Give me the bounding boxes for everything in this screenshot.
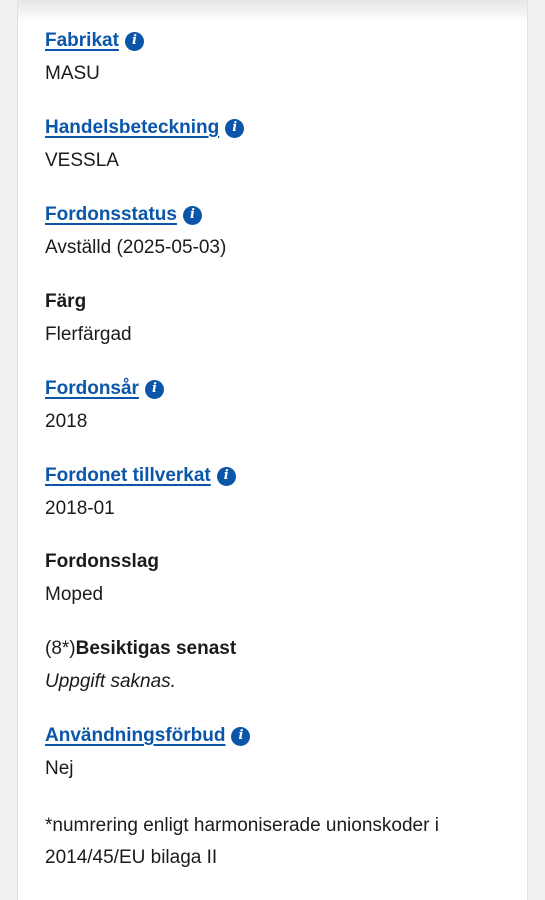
info-icon[interactable]: i	[225, 118, 245, 138]
field-fabrikat: Fabrikat i MASU	[45, 29, 515, 86]
fordonsslag-value: Moped	[45, 584, 104, 605]
fordonet-tillverkat-value: 2018-01	[45, 498, 115, 519]
footnote-text: *numrering enligt harmoniserade unionsko…	[45, 815, 439, 868]
top-shadow	[18, 0, 527, 22]
field-fordonsar: Fordonsår i 2018	[45, 377, 515, 434]
vehicle-info-card: Fabrikat i MASU Handelsbeteckning i VESS…	[17, 0, 528, 900]
fordonsar-link[interactable]: Fordonsår	[45, 377, 139, 401]
fabrikat-link[interactable]: Fabrikat	[45, 29, 119, 53]
fordonet-tillverkat-link[interactable]: Fordonet tillverkat	[45, 464, 211, 488]
info-icon[interactable]: i	[144, 379, 164, 399]
fabrikat-value: MASU	[45, 63, 100, 84]
info-icon[interactable]: i	[231, 726, 251, 746]
besiktigas-senast-label: Besiktigas senast	[75, 638, 237, 659]
farg-label: Färg	[45, 291, 87, 312]
fordonsstatus-link[interactable]: Fordonsstatus	[45, 203, 177, 227]
field-besiktigas-senast: (8*) Besiktigas senast Uppgift saknas.	[45, 637, 515, 694]
anvandningsforbud-link[interactable]: Användningsförbud	[45, 724, 225, 748]
field-farg: Färg Flerfärgad	[45, 290, 515, 347]
field-fordonsstatus: Fordonsstatus i Avställd (2025-05-03)	[45, 203, 515, 260]
field-fordonsslag: Fordonsslag Moped	[45, 550, 515, 607]
field-handelsbeteckning: Handelsbeteckning i VESSLA	[45, 116, 515, 173]
fordonsslag-label: Fordonsslag	[45, 551, 160, 572]
field-anvandningsforbud: Användningsförbud i Nej	[45, 724, 515, 781]
anvandningsforbud-value: Nej	[45, 758, 74, 779]
info-icon[interactable]: i	[182, 205, 202, 225]
handelsbeteckning-link[interactable]: Handelsbeteckning	[45, 116, 219, 140]
farg-value: Flerfärgad	[45, 324, 132, 345]
footnote-reference: (8*)	[45, 638, 76, 659]
info-icon[interactable]: i	[216, 466, 236, 486]
info-icon[interactable]: i	[124, 31, 144, 51]
besiktigas-senast-value: Uppgift saknas.	[45, 671, 176, 692]
fordonsar-value: 2018	[45, 411, 88, 432]
field-fordonet-tillverkat: Fordonet tillverkat i 2018-01	[45, 464, 515, 521]
fordonsstatus-value: Avställd (2025-05-03)	[45, 237, 227, 258]
handelsbeteckning-value: VESSLA	[45, 150, 119, 171]
